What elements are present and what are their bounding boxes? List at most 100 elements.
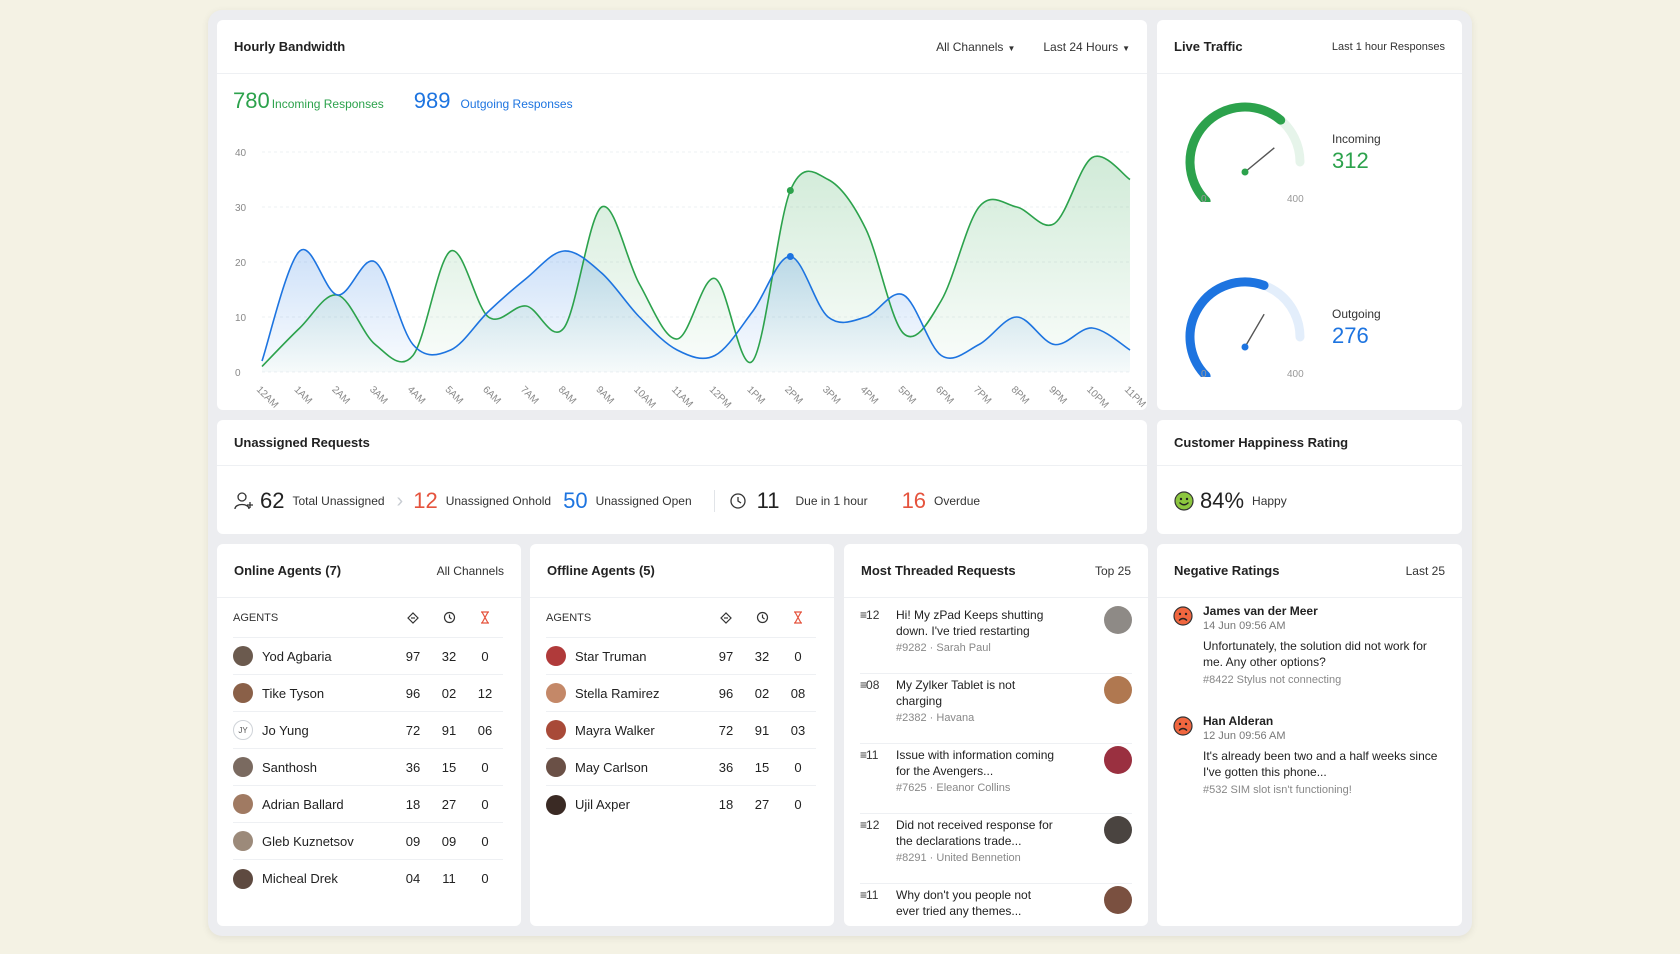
agent-row[interactable]: Mayra Walker729103	[546, 712, 816, 749]
agent-name-cell: Santhosh	[233, 757, 395, 777]
tickets-count: 36	[708, 760, 744, 775]
gauge-needle	[1245, 148, 1274, 172]
x-tick-label: 7AM	[518, 384, 540, 406]
agent-name-cell: May Carlson	[546, 757, 708, 777]
x-tick-label: 6PM	[933, 384, 955, 406]
request-customer: Eleanor Collins	[936, 782, 1010, 794]
avatar	[233, 683, 253, 703]
agent-row[interactable]: Tike Tyson960212	[233, 675, 503, 712]
due-in-hour-label: Due in 1 hour	[796, 494, 868, 508]
tickets-count: 97	[708, 649, 744, 664]
pending-count: 03	[780, 723, 816, 738]
avatar	[546, 720, 566, 740]
avatar	[546, 683, 566, 703]
negative-ratings-card: Negative Ratings Last 25 James van der M…	[1157, 544, 1462, 926]
y-tick-label: 40	[235, 148, 247, 159]
online-agents-card: Online Agents (7) All Channels AGENTS Yo…	[217, 544, 521, 926]
outgoing-responses-value: 989	[414, 88, 451, 114]
time-filter-dropdown[interactable]: Last 24 Hours▼	[1043, 40, 1130, 54]
x-tick-label: 3PM	[820, 384, 842, 406]
agent-row[interactable]: Star Truman97320	[546, 638, 816, 675]
threaded-filter[interactable]: Top 25	[1095, 564, 1131, 578]
overdue-label: Overdue	[934, 494, 980, 508]
threaded-request-item[interactable]: ≡11Issue with information coming for the…	[860, 744, 1132, 814]
agent-row[interactable]: Stella Ramirez960208	[546, 675, 816, 712]
x-tick-label: 10PM	[1084, 384, 1110, 410]
ticket-reference: #8422 Stylus not connecting	[1203, 674, 1341, 686]
data-point[interactable]	[787, 187, 794, 194]
agent-row[interactable]: Ujil Axper18270	[546, 786, 816, 823]
avatar	[546, 646, 566, 666]
incoming-gauge-dial	[1175, 92, 1325, 202]
x-tick-label: 12PM	[707, 384, 733, 410]
request-customer: Sarah Paul	[936, 642, 990, 654]
x-tick-label: 8PM	[1009, 384, 1031, 406]
live-traffic-subtitle: Last 1 hour Responses	[1332, 41, 1445, 53]
agent-name-cell: Yod Agbaria	[233, 646, 395, 666]
negative-rating-item[interactable]: James van der Meer14 Jun 09:56 AMUnfortu…	[1173, 604, 1443, 704]
threaded-request-item[interactable]: ≡11Why don't you people not ever tried a…	[860, 884, 1132, 954]
incoming-label: Incoming	[1332, 132, 1381, 146]
time-count: 27	[744, 797, 780, 812]
hourglass-icon	[780, 611, 816, 624]
pending-count: 0	[780, 760, 816, 775]
customer-name[interactable]: Han Alderan	[1203, 714, 1273, 728]
rating-date: 12 Jun 09:56 AM	[1203, 730, 1286, 742]
request-id: #8291	[896, 852, 927, 864]
time-count: 91	[431, 723, 467, 738]
data-point[interactable]	[787, 253, 794, 260]
agent-row[interactable]: May Carlson36150	[546, 749, 816, 786]
agent-name: Mayra Walker	[575, 723, 655, 738]
x-tick-label: 12AM	[254, 384, 280, 410]
x-tick-label: 4PM	[858, 384, 880, 406]
gauge-min-label: 0	[1201, 194, 1207, 205]
agent-name: Ujil Axper	[575, 797, 630, 812]
divider	[714, 490, 715, 512]
x-tick-label: 5AM	[443, 384, 465, 406]
threaded-request-item[interactable]: ≡08My Zylker Tablet is not charging#2382…	[860, 674, 1132, 744]
agent-row[interactable]: JYJo Yung729106	[233, 712, 503, 749]
unassigned-requests-card: Unassigned Requests 62 Total Unassigned …	[217, 420, 1147, 534]
time-filter-label: Last 24 Hours	[1043, 40, 1118, 54]
happy-face-icon	[1174, 491, 1194, 511]
thread-count: ≡11	[860, 748, 878, 762]
x-tick-label: 1AM	[292, 384, 314, 406]
request-customer: United Bennetion	[936, 852, 1020, 864]
agents-column-header: AGENTS	[546, 612, 708, 624]
ticket-icon	[708, 611, 744, 625]
due-in-hour-value[interactable]: 11	[757, 488, 780, 514]
threaded-request-item[interactable]: ≡12Hi! My zPad Keeps shutting down. I've…	[860, 604, 1132, 674]
unassigned-open-value[interactable]: 50	[563, 488, 587, 514]
thread-count: ≡08	[860, 678, 879, 692]
pending-count: 0	[467, 760, 503, 775]
negative-rating-item[interactable]: Han Alderan12 Jun 09:56 AMIt's already b…	[1173, 714, 1443, 814]
agent-name: Gleb Kuznetsov	[262, 834, 354, 849]
online-agents-filter[interactable]: All Channels	[437, 564, 504, 578]
channel-filter-dropdown[interactable]: All Channels▼	[936, 40, 1015, 54]
total-unassigned-value[interactable]: 62	[260, 488, 284, 514]
customer-name[interactable]: James van der Meer	[1203, 604, 1318, 618]
avatar	[233, 757, 253, 777]
overdue-value[interactable]: 16	[902, 488, 926, 514]
pending-count: 08	[780, 686, 816, 701]
pending-count: 0	[780, 649, 816, 664]
gauge-max-label: 400	[1287, 194, 1304, 205]
rating-comment: Unfortunately, the solution did not work…	[1203, 638, 1448, 670]
thread-count-value: 12	[866, 818, 879, 832]
x-tick-label: 11PM	[1122, 384, 1147, 410]
avatar	[233, 831, 253, 851]
agent-row[interactable]: Santhosh36150	[233, 749, 503, 786]
avatar	[1104, 746, 1132, 774]
threaded-request-item[interactable]: ≡12Did not received response for the dec…	[860, 814, 1132, 884]
agent-row[interactable]: Gleb Kuznetsov09090	[233, 823, 503, 860]
request-id: #2382	[896, 712, 927, 724]
unassigned-onhold-value[interactable]: 12	[413, 488, 437, 514]
agent-row[interactable]: Adrian Ballard18270	[233, 786, 503, 823]
avatar	[1104, 606, 1132, 634]
negative-filter[interactable]: Last 25	[1406, 564, 1445, 578]
request-meta: #7625 · Eleanor Collins	[896, 782, 1010, 794]
agent-name-cell: JYJo Yung	[233, 720, 395, 740]
avatar	[233, 794, 253, 814]
agent-row[interactable]: Yod Agbaria97320	[233, 638, 503, 675]
agent-row[interactable]: Micheal Drek04110	[233, 860, 503, 897]
